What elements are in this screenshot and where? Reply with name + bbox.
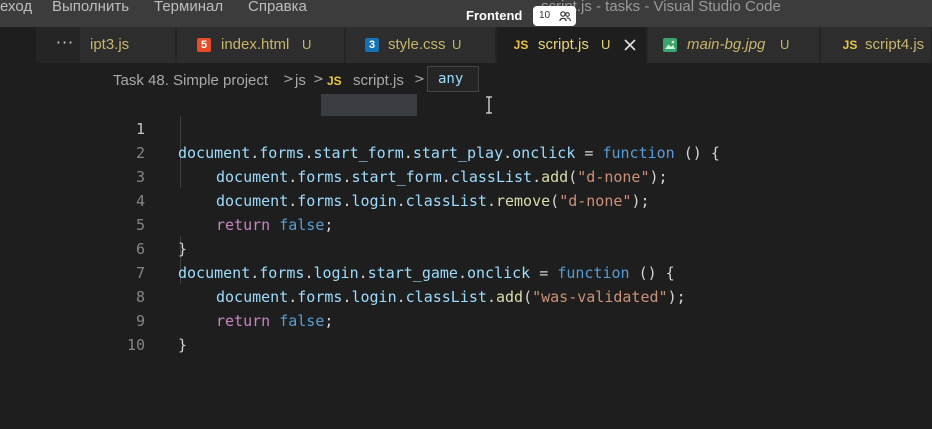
overlay-viewer-badge: 10: [533, 6, 576, 26]
code-line-2[interactable]: 2 document.forms.start_form.classList.ad…: [0, 117, 932, 186]
css3-icon: 3: [365, 38, 379, 52]
tab-index-html[interactable]: 5 index.html U: [177, 27, 345, 63]
code-line-1[interactable]: 1 document.forms.start_form.start_play.o…: [0, 93, 932, 162]
window-title: script.js - tasks - Visual Studio Code: [541, 0, 781, 15]
tab-script-js[interactable]: JS script.js U: [497, 27, 647, 63]
tab-label: index.html: [221, 36, 290, 53]
overlay-channel-label: Frontend: [466, 8, 523, 23]
tab-label: ipt3.js: [90, 36, 130, 53]
tab-status-untracked: U: [780, 37, 790, 52]
tab-script4-js[interactable]: JS script4.js: [821, 27, 932, 63]
html5-icon: 5: [197, 38, 211, 52]
tab-label: main-bg.jpg: [687, 36, 766, 53]
type-hover-tooltip: any: [427, 66, 479, 92]
code-line-4[interactable]: 4 return false;: [0, 165, 932, 234]
chevron-right-icon: >: [313, 72, 324, 87]
tab-label: script.js: [538, 36, 589, 53]
menu-help[interactable]: Справка: [248, 0, 307, 18]
code-line-6[interactable]: 6 document.forms.login.start_game.onclic…: [0, 213, 932, 282]
code-editor[interactable]: 1 document.forms.start_form.start_play.o…: [0, 92, 932, 429]
breadcrumb-folder[interactable]: Task 48. Simple project: [113, 72, 268, 89]
tab-label: style.css: [388, 36, 446, 53]
tab-main-bg-jpg[interactable]: main-bg.jpg U: [648, 27, 820, 63]
menu-go[interactable]: еход: [0, 0, 32, 18]
tab-label: script4.js: [865, 36, 925, 53]
line-number: 10: [126, 336, 145, 354]
close-icon[interactable]: [623, 38, 637, 52]
text-cursor-icon: [486, 96, 492, 114]
code-line-8[interactable]: 8 return false;: [0, 261, 932, 330]
viewers-icon: [559, 11, 571, 22]
js-icon: JS: [327, 74, 342, 88]
tab-status-untracked: U: [302, 37, 312, 52]
ellipsis-icon: ···: [55, 33, 75, 52]
code-line-9[interactable]: 9 }: [0, 285, 932, 354]
tab-status-untracked: U: [601, 37, 611, 52]
code-line-5[interactable]: 5 }: [0, 189, 932, 258]
js-icon: JS: [842, 38, 858, 52]
code-line-3[interactable]: 3 document.forms.login.classList.remove(…: [0, 141, 932, 210]
menu-run[interactable]: Выполнить: [52, 0, 129, 18]
tab-status-untracked: U: [452, 37, 462, 52]
code-line-7[interactable]: 7 document.forms.login.classList.add("wa…: [0, 237, 932, 306]
more-tabs-button[interactable]: ···: [54, 27, 76, 63]
breadcrumb-file[interactable]: script.js: [353, 72, 404, 89]
js-icon: JS: [513, 38, 529, 52]
breadcrumb-js-folder[interactable]: js: [295, 72, 306, 89]
image-icon: [663, 38, 677, 52]
menu-terminal[interactable]: Терминал: [154, 0, 223, 18]
token: }: [178, 336, 188, 354]
tab-script3-js[interactable]: ipt3.js: [80, 27, 176, 63]
breadcrumb: Task 48. Simple project > js > JS script…: [36, 63, 932, 89]
chevron-right-icon: >: [414, 72, 425, 87]
viewer-count: 10: [539, 10, 551, 21]
chevron-right-icon: >: [283, 72, 294, 87]
tab-style-css[interactable]: 3 style.css U: [346, 27, 496, 63]
code-line-10[interactable]: 10: [0, 309, 932, 354]
